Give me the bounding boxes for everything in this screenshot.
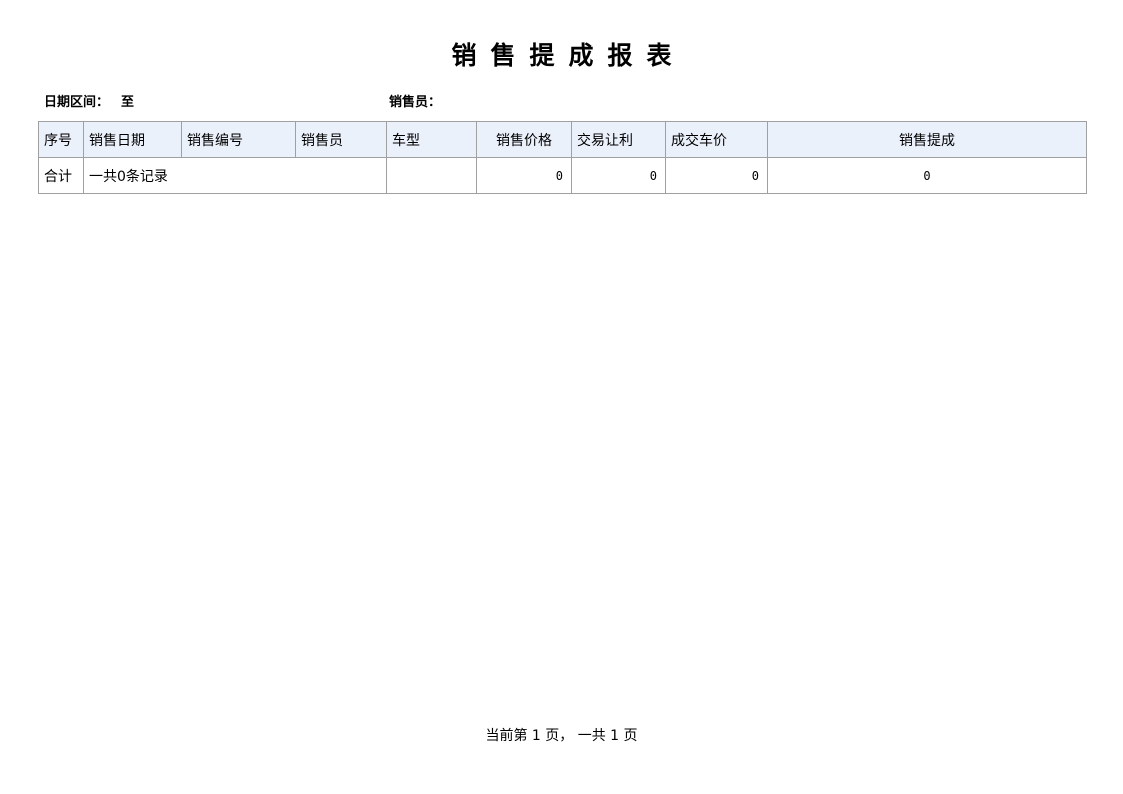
column-header-discount: 交易让利 xyxy=(571,121,666,158)
column-header-sale-number: 销售编号 xyxy=(181,121,296,158)
commission-table: 序号 销售日期 销售编号 销售员 车型 销售价格 交易让利 成交车价 销售提成 … xyxy=(38,121,1087,194)
column-header-sale-date: 销售日期 xyxy=(83,121,182,158)
salesperson-label: 销售员： xyxy=(389,95,442,110)
table-header-row: 序号 销售日期 销售编号 销售员 车型 销售价格 交易让利 成交车价 销售提成 xyxy=(38,121,1087,158)
total-final-price: 0 xyxy=(665,157,768,194)
column-header-salesperson: 销售员 xyxy=(295,121,387,158)
column-header-car-model: 车型 xyxy=(386,121,477,158)
total-discount: 0 xyxy=(571,157,666,194)
column-header-index: 序号 xyxy=(38,121,84,158)
column-header-sale-price: 销售价格 xyxy=(476,121,572,158)
total-sale-price: 0 xyxy=(476,157,572,194)
total-commission: 0 xyxy=(767,157,1087,194)
salesperson-filter: 销售员： xyxy=(389,91,441,110)
total-label: 合计 xyxy=(38,157,84,194)
pagination-info: 当前第 1 页， 一共 1 页 xyxy=(485,728,638,744)
date-range-separator: 至 xyxy=(121,95,135,110)
table-total-row: 合计 一共0条记录 0 0 0 0 xyxy=(38,157,1087,194)
date-range-label: 日期区间： xyxy=(44,95,110,110)
record-count: 一共0条记录 xyxy=(83,157,387,194)
column-header-final-price: 成交车价 xyxy=(665,121,768,158)
date-range-filter: 日期区间： 至 xyxy=(44,91,134,110)
report-title: 销售提成报表 xyxy=(451,41,686,70)
report-filters: 日期区间： 至 销售员： xyxy=(44,91,1084,110)
column-header-commission: 销售提成 xyxy=(767,121,1087,158)
total-car-model xyxy=(386,157,477,194)
